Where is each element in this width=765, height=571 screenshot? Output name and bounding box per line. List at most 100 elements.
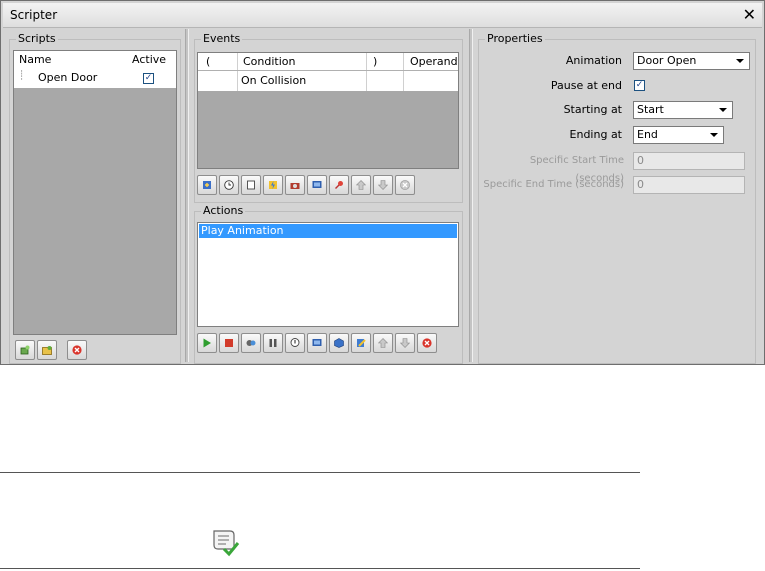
monitor-icon	[312, 181, 322, 188]
monitor-button[interactable]	[307, 175, 327, 195]
tree-line-icon: ┊	[19, 71, 25, 81]
action-label: Play Animation	[201, 224, 284, 237]
event-condition[interactable]: On Collision	[238, 71, 367, 91]
title-bar: Scripter ✕	[3, 3, 762, 28]
starting-at-value: Start	[637, 103, 664, 116]
actions-group: Actions Play Animation	[194, 204, 463, 364]
stop-button[interactable]	[219, 333, 239, 353]
specific-end-input[interactable]: 0	[633, 176, 745, 194]
play-icon	[203, 338, 211, 348]
animation-select[interactable]: Door Open	[633, 52, 750, 70]
move-down-event-button[interactable]	[373, 175, 393, 195]
cube-icon	[334, 338, 344, 348]
key-icon	[335, 181, 343, 189]
animation-row: Animation Door Open	[479, 52, 755, 72]
pencil-icon	[357, 339, 366, 347]
script-check-icon	[210, 527, 240, 557]
new-script-button[interactable]	[15, 340, 35, 360]
camera-button[interactable]	[285, 175, 305, 195]
delete-event-button[interactable]	[395, 175, 415, 195]
events-grid-header: ( Condition ) Operand	[198, 53, 458, 71]
table-row[interactable]: ┊ Open Door ✓	[14, 68, 176, 88]
lightning-icon	[269, 181, 277, 189]
play-button[interactable]	[197, 333, 217, 353]
ending-at-row: Ending at End	[479, 126, 755, 146]
column-header-active[interactable]: Active	[132, 51, 166, 68]
animate-icon	[246, 340, 256, 346]
stop-icon	[225, 339, 233, 347]
add-event-button[interactable]	[197, 175, 217, 195]
move-up-action-button[interactable]	[373, 333, 393, 353]
page-icon	[247, 180, 255, 190]
delete-script-button[interactable]	[67, 340, 87, 360]
chevron-down-icon	[710, 133, 718, 137]
animate-button[interactable]	[241, 333, 261, 353]
timer-button[interactable]	[219, 175, 239, 195]
alert-button[interactable]	[285, 333, 305, 353]
event-open-paren[interactable]	[198, 71, 238, 91]
scripts-group: Scripts Name Active ┊ Open Door ✓	[9, 32, 181, 364]
specific-start-row: Specific Start Time (seconds) 0	[479, 152, 755, 184]
events-grid: ( Condition ) Operand On Collision	[197, 52, 459, 169]
window-title: Scripter	[10, 8, 58, 22]
edit-button[interactable]	[351, 333, 371, 353]
column-header-close-paren[interactable]: )	[367, 53, 404, 70]
events-group-label: Events	[201, 32, 243, 45]
close-icon[interactable]: ✕	[743, 5, 756, 24]
key-button[interactable]	[329, 175, 349, 195]
add-event-icon	[203, 181, 211, 189]
starting-at-label: Starting at	[563, 103, 622, 116]
properties-group-label: Properties	[485, 32, 545, 45]
event-close-paren[interactable]	[367, 71, 404, 91]
trigger-button[interactable]	[263, 175, 283, 195]
delete-icon	[400, 180, 410, 190]
move-up-event-button[interactable]	[351, 175, 371, 195]
scripts-grid-header: Name Active	[14, 51, 176, 69]
clock-icon	[224, 180, 234, 190]
open-script-button[interactable]	[37, 340, 57, 360]
pause-icon	[269, 339, 277, 347]
specific-start-input[interactable]: 0	[633, 152, 745, 170]
delete-icon	[72, 345, 82, 355]
move-up-icon	[356, 180, 366, 190]
script-name: Open Door	[38, 71, 98, 84]
pause-at-end-checkbox[interactable]: ✓	[634, 80, 645, 91]
column-header-name[interactable]: Name	[19, 51, 51, 68]
events-pane: Events ( Condition ) Operand On Collisio…	[189, 29, 469, 364]
scripter-window: Scripter ✕ Scripts Name Active ┊ Open Do…	[0, 0, 765, 365]
move-down-icon	[400, 338, 410, 348]
ending-at-label: Ending at	[569, 128, 622, 141]
specific-end-label: Specific End Time (seconds)	[483, 179, 624, 190]
starting-at-select[interactable]: Start	[633, 101, 733, 119]
events-toolbar	[197, 175, 447, 197]
specific-end-row: Specific End Time (seconds) 0	[479, 176, 755, 196]
alert-icon	[290, 338, 300, 347]
actions-toolbar	[197, 333, 457, 355]
column-header-operand[interactable]: Operand	[404, 53, 458, 70]
event-operand[interactable]	[404, 71, 458, 91]
actions-list: Play Animation	[197, 222, 459, 327]
properties-group: Properties Animation Door Open Pause at …	[478, 32, 756, 364]
column-header-open-paren[interactable]: (	[198, 53, 238, 70]
properties-pane: Properties Animation Door Open Pause at …	[473, 29, 761, 364]
scripts-pane: Scripts Name Active ┊ Open Door ✓	[4, 29, 185, 364]
divider-top	[0, 472, 640, 473]
new-script-icon	[20, 345, 30, 355]
open-folder-icon	[42, 346, 52, 355]
scripts-group-label: Scripts	[16, 32, 58, 45]
move-down-action-button[interactable]	[395, 333, 415, 353]
scripts-grid: Name Active ┊ Open Door ✓	[13, 50, 177, 335]
screen-button[interactable]	[307, 333, 327, 353]
table-row[interactable]: On Collision	[198, 71, 458, 91]
pause-button[interactable]	[263, 333, 283, 353]
list-item[interactable]: Play Animation	[199, 224, 457, 238]
ending-at-select[interactable]: End	[633, 126, 724, 144]
page-button[interactable]	[241, 175, 261, 195]
active-checkbox[interactable]: ✓	[143, 73, 154, 84]
delete-action-button[interactable]	[417, 333, 437, 353]
column-header-condition[interactable]: Condition	[238, 53, 367, 70]
pause-at-end-label: Pause at end	[550, 79, 622, 92]
object-button[interactable]	[329, 333, 349, 353]
camera-icon	[290, 183, 300, 189]
move-up-icon	[378, 338, 388, 348]
